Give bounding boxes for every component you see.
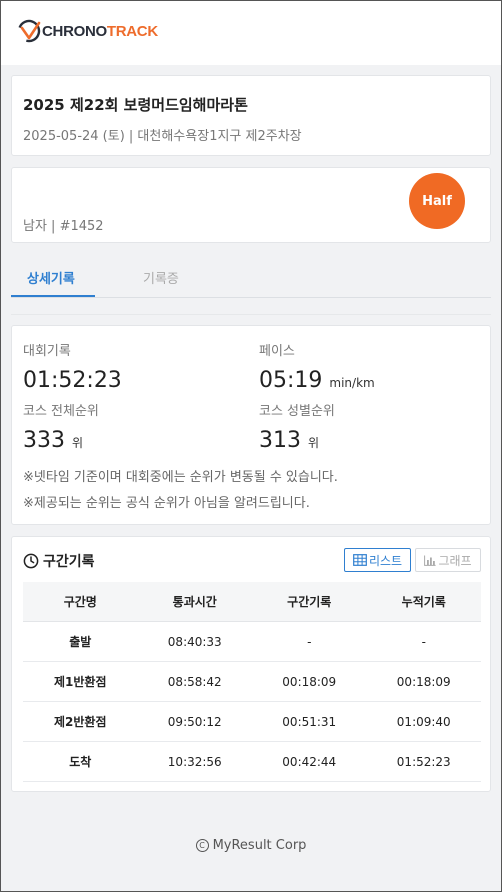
cumulative-time: 00:18:09	[396, 674, 451, 689]
logo-text-track: TRACK	[106, 22, 158, 40]
table-header-row: 구간명 통과시간 구간기록 누적기록	[23, 582, 481, 622]
split-name: 출발	[69, 635, 92, 649]
logo-text-chrono: CHRONO	[42, 22, 107, 40]
table-row: 제2반환점 09:50:12 00:51:31 01:09:40	[23, 702, 481, 742]
record-summary-card: 대회기록 01:52:23 페이스 05:19 min/km 코스 전체순위 3…	[11, 325, 491, 525]
header-pass-time: 통과시간	[172, 595, 217, 609]
header-split-record: 구간기록	[287, 595, 332, 609]
split-records-card: 구간기록 리스트 그래프 구간명 통과시간 구간기록 누적기록 출발 08:40…	[11, 536, 491, 792]
overall-rank-unit: 위	[72, 436, 84, 450]
graph-view-label: 그래프	[438, 553, 472, 568]
rank-note-1: ※넷타임 기준이며 대회중에는 순위가 변동될 수 있습니다.	[23, 470, 338, 485]
table-row: 도착 10:32:56 00:42:44 01:52:23	[23, 742, 481, 782]
pass-time: 08:58:42	[167, 674, 222, 689]
runner-card: 남자 | #1452 Half	[11, 167, 491, 243]
event-card: 2025 제22회 보령머드임해마라톤 2025-05-24 (토) | 대천해…	[11, 75, 491, 156]
tab-certificate[interactable]: 기록증	[143, 268, 179, 287]
split-name: 도착	[69, 755, 92, 769]
graph-view-button[interactable]: 그래프	[415, 548, 481, 572]
list-view-button[interactable]: 리스트	[344, 548, 411, 572]
overall-rank-block: 333 위	[23, 428, 83, 453]
header-split-name: 구간명	[63, 595, 97, 609]
gender-rank-block: 313 위	[259, 428, 319, 453]
table-icon	[353, 554, 367, 566]
gender-rank-unit: 위	[308, 436, 320, 450]
list-view-label: 리스트	[368, 553, 403, 568]
cumulative-time: 01:09:40	[396, 714, 451, 729]
split-time: 00:18:09	[282, 674, 337, 689]
app-header: CHRONOTRACK	[1, 1, 501, 65]
event-title: 2025 제22회 보령머드임해마라톤	[23, 96, 248, 114]
event-subtitle: 2025-05-24 (토) | 대천해수욕장1지구 제2주차장	[23, 129, 302, 144]
split-time: -	[307, 634, 312, 649]
finish-time-value: 01:52:23	[23, 368, 122, 393]
chronotrack-logo-icon	[17, 19, 41, 43]
copyright-icon: C	[195, 839, 209, 852]
bar-chart-icon	[424, 555, 437, 566]
record-tabs: 상세기록 기록증	[11, 256, 491, 298]
rank-note-2: ※제공되는 순위는 공식 순위가 아님을 알려드립니다.	[23, 496, 310, 511]
pace-unit: min/km	[329, 376, 375, 390]
overall-rank-value: 333	[23, 428, 65, 453]
overall-rank-label: 코스 전체순위	[23, 404, 99, 419]
table-row: 출발 08:40:33 - -	[23, 622, 481, 662]
active-tab-indicator	[11, 295, 95, 297]
split-name: 제1반환점	[53, 675, 107, 689]
gender-rank-label: 코스 성별순위	[259, 404, 335, 419]
pace-block: 05:19 min/km	[259, 368, 375, 393]
footer: C MyResult Corp	[0, 838, 502, 853]
split-records-title: 구간기록	[43, 554, 95, 570]
split-records-heading: 구간기록	[23, 551, 95, 571]
cumulative-time: 01:52:23	[396, 754, 451, 769]
pass-time: 10:32:56	[167, 754, 222, 769]
footer-text: MyResult Corp	[212, 838, 307, 853]
pass-time: 08:40:33	[167, 634, 222, 649]
pace-value: 05:19	[259, 368, 323, 393]
pace-label: 페이스	[259, 344, 295, 359]
gender-rank-value: 313	[259, 428, 301, 453]
clock-icon	[23, 553, 39, 569]
cumulative-time: -	[421, 634, 426, 649]
finish-time-label: 대회기록	[23, 344, 71, 359]
split-time: 00:42:44	[282, 754, 337, 769]
course-badge: Half	[409, 173, 465, 229]
split-time: 00:51:31	[282, 714, 337, 729]
split-table: 구간명 통과시간 구간기록 누적기록 출발 08:40:33 - - 제1반환점…	[23, 582, 481, 782]
table-row: 제1반환점 08:58:42 00:18:09 00:18:09	[23, 662, 481, 702]
chronotrack-logo[interactable]: CHRONOTRACK	[17, 19, 158, 43]
runner-info: 남자 | #1452	[23, 219, 104, 234]
header-cumulative-record: 누적기록	[401, 595, 446, 609]
pass-time: 09:50:12	[167, 714, 222, 729]
divider	[11, 314, 491, 315]
tab-detail-record[interactable]: 상세기록	[27, 268, 75, 287]
split-name: 제2반환점	[53, 715, 107, 729]
logo-text: CHRONOTRACK	[42, 23, 158, 40]
